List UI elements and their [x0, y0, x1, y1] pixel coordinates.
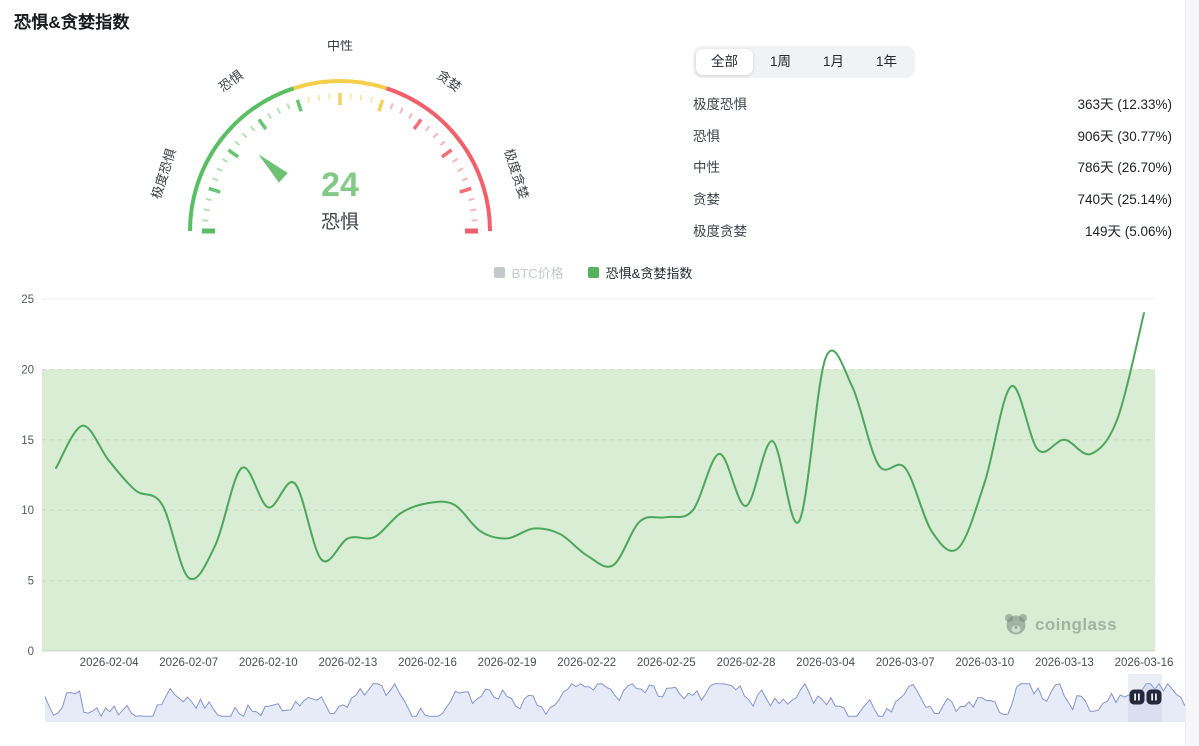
svg-text:2026-03-13: 2026-03-13: [1035, 657, 1094, 669]
stat-label: 极度贪婪: [693, 223, 747, 239]
svg-text:2026-02-19: 2026-02-19: [478, 657, 537, 669]
data-zoom-navigator[interactable]: [0, 674, 1199, 726]
stat-row-fear: 恐惧 906天 (30.77%): [693, 119, 1172, 151]
stat-label: 中性: [693, 160, 720, 176]
stat-row-greed: 贪婪 740天 (25.14%): [693, 182, 1172, 214]
stat-row-extreme-fear: 极度恐惧 363天 (12.33%): [693, 87, 1172, 119]
legend-swatch-index: [587, 267, 599, 278]
svg-text:恐惧: 恐惧: [321, 211, 359, 233]
svg-text:2026-02-28: 2026-02-28: [717, 657, 776, 669]
tab-all[interactable]: 全部: [696, 49, 753, 76]
svg-text:中性: 中性: [327, 40, 353, 53]
svg-text:15: 15: [21, 435, 34, 447]
svg-text:2026-02-07: 2026-02-07: [159, 657, 218, 669]
watermark-text: coinglass: [1035, 615, 1118, 634]
svg-text:2026-02-13: 2026-02-13: [318, 657, 377, 669]
stat-row-extreme-greed: 极度贪婪 149天 (5.06%): [693, 214, 1172, 246]
stat-value: 906天 (30.77%): [1077, 128, 1172, 144]
coinglass-bear-icon: [1005, 614, 1027, 635]
stat-value: 740天 (25.14%): [1077, 191, 1172, 207]
svg-text:24: 24: [321, 166, 359, 204]
svg-text:20: 20: [21, 364, 34, 376]
legend-swatch-btc: [493, 267, 505, 278]
stat-value: 786天 (26.70%): [1077, 160, 1172, 176]
svg-text:2026-02-04: 2026-02-04: [80, 657, 139, 669]
scrollbar-track[interactable]: [1185, 0, 1199, 746]
svg-text:2026-02-25: 2026-02-25: [637, 657, 696, 669]
svg-text:2026-02-10: 2026-02-10: [239, 657, 298, 669]
stat-label: 恐惧: [693, 128, 720, 144]
svg-text:2026-03-07: 2026-03-07: [876, 657, 935, 669]
legend-label: 恐惧&贪婪指数: [605, 266, 693, 281]
svg-text:贪婪: 贪婪: [434, 67, 464, 94]
chart-legend: BTC价格 恐惧&贪婪指数: [0, 263, 1186, 282]
svg-text:2026-03-04: 2026-03-04: [796, 657, 855, 669]
tab-1m[interactable]: 1月: [808, 49, 859, 75]
svg-text:极度恐惧: 极度恐惧: [148, 147, 178, 201]
datazoom-handle-left[interactable]: [1129, 689, 1145, 705]
svg-text:2026-03-16: 2026-03-16: [1115, 657, 1174, 669]
legend-item-fear-greed-index[interactable]: 恐惧&贪婪指数: [587, 263, 693, 282]
datazoom-handle-right[interactable]: [1146, 689, 1162, 705]
svg-text:25: 25: [21, 294, 34, 306]
stat-label: 极度恐惧: [693, 96, 747, 112]
stat-value: 149天 (5.06%): [1084, 223, 1172, 239]
coinglass-watermark: coinglass: [1004, 612, 1117, 638]
tab-1y[interactable]: 1年: [861, 49, 912, 75]
legend-item-btc-price[interactable]: BTC价格: [493, 263, 564, 282]
stat-label: 贪婪: [693, 191, 720, 207]
time-range-tabs: 全部 1周 1月 1年: [693, 46, 916, 79]
tab-1w[interactable]: 1周: [755, 49, 806, 75]
svg-text:5: 5: [28, 576, 34, 588]
page-title: 恐惧&贪婪指数: [14, 13, 130, 32]
fear-greed-page: 恐惧&贪婪指数 极度恐惧 恐惧 中性 贪婪 极度贪婪 24 恐惧 全部 1周 1月 1年 极…: [0, 0, 1199, 746]
svg-text:恐惧: 恐惧: [216, 67, 246, 94]
svg-text:2026-02-16: 2026-02-16: [398, 657, 457, 669]
distribution-stats: 极度恐惧 363天 (12.33%) 恐惧 906天 (30.77%) 中性 7…: [693, 87, 1172, 245]
fear-greed-gauge: 极度恐惧恐惧中性贪婪极度贪婪24恐惧: [148, 40, 532, 234]
svg-text:极度贪婪: 极度贪婪: [501, 147, 531, 201]
legend-label: BTC价格: [511, 266, 564, 281]
svg-text:10: 10: [21, 505, 34, 517]
stat-value: 363天 (12.33%): [1077, 96, 1172, 112]
svg-text:0: 0: [28, 646, 34, 658]
stat-row-neutral: 中性 786天 (26.70%): [693, 150, 1172, 182]
svg-text:2026-02-22: 2026-02-22: [557, 657, 616, 669]
svg-text:2026-03-10: 2026-03-10: [955, 657, 1014, 669]
